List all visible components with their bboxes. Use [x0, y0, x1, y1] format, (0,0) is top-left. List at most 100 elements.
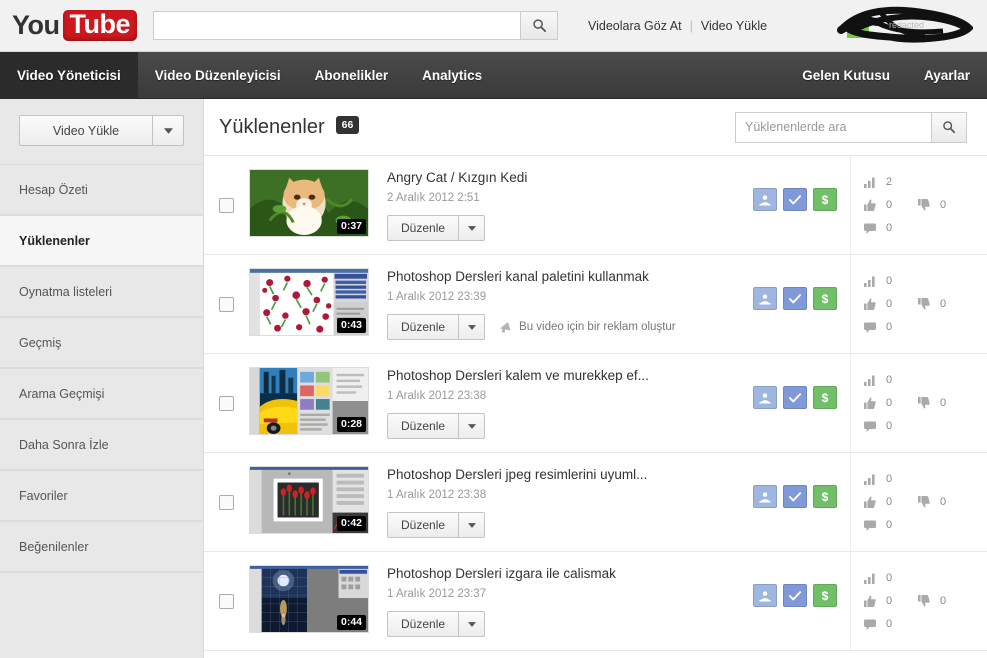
edit-button[interactable]: Düzenle: [387, 413, 460, 439]
nav-subscriptions[interactable]: Abonelikler: [298, 52, 406, 98]
sidebar-nav-list: Hesap Özeti Yüklenenler Oynatma listeler…: [0, 164, 203, 572]
privacy-button[interactable]: [753, 188, 777, 211]
video-title-link[interactable]: Photoshop Dersleri kalem ve murekkep ef.…: [387, 368, 740, 383]
edit-dropdown-button[interactable]: [459, 215, 486, 241]
row-status-buttons: $: [740, 354, 850, 409]
nav-settings[interactable]: Ayarlar: [907, 52, 987, 98]
video-thumbnail[interactable]: 0:44: [249, 565, 369, 633]
sidebar-item-watch-later[interactable]: Daha Sonra İzle: [0, 419, 203, 470]
upload-video-link[interactable]: Video Yükle: [701, 19, 767, 33]
row-select-cell: [204, 156, 249, 255]
sidebar-upload-button[interactable]: Video Yükle: [19, 115, 153, 146]
views-stat: 2: [864, 176, 918, 188]
comment-icon: [864, 223, 878, 234]
monetization-button[interactable]: $: [813, 485, 837, 508]
account-name-redacted[interactable]: redacted: [833, 4, 974, 46]
privacy-button[interactable]: [753, 287, 777, 310]
chevron-down-icon: [163, 127, 173, 134]
nav-inbox[interactable]: Gelen Kutusu: [785, 52, 907, 98]
views-count: 0: [886, 572, 893, 584]
edit-dropdown-button[interactable]: [459, 611, 486, 637]
row-status-buttons: $: [740, 552, 850, 607]
video-title-link[interactable]: Photoshop Dersleri jpeg resimlerini uyum…: [387, 467, 740, 482]
row-checkbox[interactable]: [219, 594, 234, 609]
upload-button-group: Video Yükle: [19, 115, 184, 146]
row-checkbox[interactable]: [219, 396, 234, 411]
sidebar-item-label: Geçmiş: [19, 335, 62, 350]
public-privacy-icon: [759, 194, 771, 205]
public-privacy-icon: [759, 590, 771, 601]
global-search: [153, 11, 558, 40]
sidebar-item-account-summary[interactable]: Hesap Özeti: [0, 164, 203, 215]
dollar-icon: $: [821, 588, 829, 603]
video-thumbnail[interactable]: 0:42: [249, 466, 369, 534]
youtube-logo[interactable]: You Tube: [12, 10, 137, 41]
row-checkbox[interactable]: [219, 198, 234, 213]
likes-count: 0: [886, 298, 893, 310]
video-duration: 0:37: [336, 218, 366, 234]
privacy-button[interactable]: [753, 584, 777, 607]
sidebar-item-playlists[interactable]: Oynatma listeleri: [0, 266, 203, 317]
nav-inbox-label: Gelen Kutusu: [802, 67, 890, 83]
uploads-search-button[interactable]: [931, 111, 967, 143]
video-title-link[interactable]: Photoshop Dersleri izgara ile calismak: [387, 566, 740, 581]
likes-stat: 0: [864, 298, 918, 310]
edit-button[interactable]: Düzenle: [387, 512, 460, 538]
uploads-search-input[interactable]: [735, 111, 931, 143]
edit-dropdown-button[interactable]: [459, 314, 486, 340]
nav-video-editor[interactable]: Video Düzenleyicisi: [138, 52, 298, 98]
edit-dropdown-button[interactable]: [459, 512, 486, 538]
monetization-button[interactable]: $: [813, 287, 837, 310]
video-thumbnail[interactable]: 0:28: [249, 367, 369, 435]
comments-stat-line: 0: [864, 618, 987, 630]
logo-you-text: You: [12, 10, 60, 40]
edit-dropdown-button[interactable]: [459, 413, 486, 439]
likes-count: 0: [886, 496, 893, 508]
comments-stat-line: 0: [864, 321, 987, 333]
edit-button[interactable]: Düzenle: [387, 314, 460, 340]
row-stats-cell: 2 0 0 0: [850, 156, 987, 255]
browse-videos-link[interactable]: Videolara Göz At: [588, 19, 682, 33]
privacy-button[interactable]: [753, 386, 777, 409]
sidebar-item-liked[interactable]: Beğenilenler: [0, 521, 203, 572]
video-thumbnail[interactable]: 0:43: [249, 268, 369, 336]
sidebar-item-history[interactable]: Geçmiş: [0, 317, 203, 368]
likes-stat-line: 0 0: [864, 397, 987, 409]
edit-button[interactable]: Düzenle: [387, 215, 460, 241]
video-title-link[interactable]: Photoshop Dersleri kanal paletini kullan…: [387, 269, 740, 284]
search-icon: [943, 121, 956, 134]
comments-count: 0: [886, 618, 893, 630]
monetization-button[interactable]: $: [813, 386, 837, 409]
status-button[interactable]: [783, 188, 807, 211]
create-ad-link[interactable]: Bu video için bir reklam oluştur: [499, 321, 676, 333]
views-stat: 0: [864, 275, 918, 287]
sidebar-upload-dropdown[interactable]: [153, 115, 184, 146]
global-search-input[interactable]: [153, 11, 520, 40]
row-checkbox[interactable]: [219, 495, 234, 510]
sidebar-item-search-history[interactable]: Arama Geçmişi: [0, 368, 203, 419]
status-button[interactable]: [783, 386, 807, 409]
monetization-button[interactable]: $: [813, 584, 837, 607]
nav-analytics[interactable]: Analytics: [405, 52, 499, 98]
row-thumbnail-cell: 0:42: [249, 453, 369, 534]
row-thumbnail-cell: 0:44: [249, 552, 369, 633]
status-button[interactable]: [783, 287, 807, 310]
table-row: 0:37 Angry Cat / Kızgın Kedi 2 Aralık 20…: [204, 156, 987, 255]
video-title-link[interactable]: Angry Cat / Kızgın Kedi: [387, 170, 740, 185]
global-search-button[interactable]: [520, 11, 558, 40]
video-thumbnail[interactable]: 0:37: [249, 169, 369, 237]
privacy-button[interactable]: [753, 485, 777, 508]
edit-button[interactable]: Düzenle: [387, 611, 460, 637]
content-header: Yüklenenler 66: [204, 99, 987, 156]
views-stat-line: 0: [864, 473, 987, 485]
status-button[interactable]: [783, 485, 807, 508]
status-button[interactable]: [783, 584, 807, 607]
views-count: 2: [886, 176, 893, 188]
row-checkbox[interactable]: [219, 297, 234, 312]
monetization-button[interactable]: $: [813, 188, 837, 211]
sidebar-item-favorites[interactable]: Favoriler: [0, 470, 203, 521]
video-date: 1 Aralık 2012 23:38: [387, 390, 487, 402]
sidebar-item-uploads[interactable]: Yüklenenler: [0, 215, 203, 266]
nav-video-manager[interactable]: Video Yöneticisi: [0, 52, 138, 98]
row-select-cell: [204, 552, 249, 651]
